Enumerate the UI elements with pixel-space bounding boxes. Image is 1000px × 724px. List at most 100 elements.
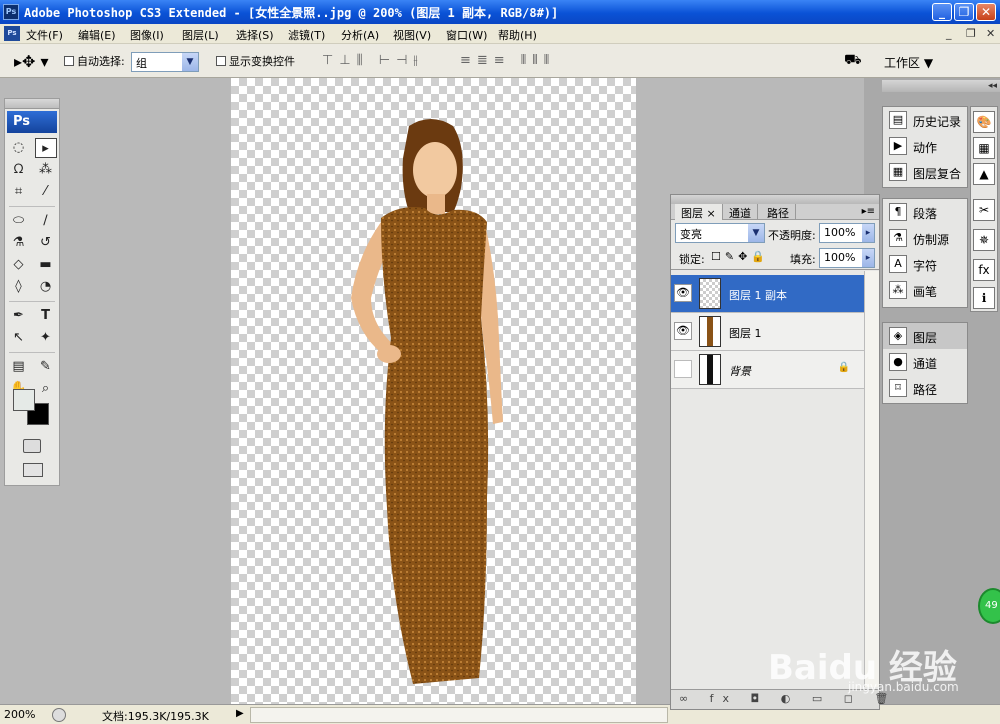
- dock-item-paths[interactable]: ⌑ 路径: [883, 375, 967, 401]
- blur-tool-icon[interactable]: ◊: [8, 277, 30, 297]
- marquee-tool-icon[interactable]: ◌: [8, 138, 30, 158]
- menu-window[interactable]: 窗口(W): [446, 27, 487, 43]
- type-tool-icon[interactable]: T: [35, 306, 57, 326]
- bridge-icon[interactable]: ⛟: [844, 52, 862, 70]
- menu-view[interactable]: 视图(V): [393, 27, 431, 43]
- lasso-tool-icon[interactable]: ᘯ: [8, 160, 30, 180]
- history-brush-icon[interactable]: ↺: [35, 233, 57, 253]
- layer-row-layer1[interactable]: 👁 图层 1: [671, 313, 864, 351]
- layers-panel-grip[interactable]: [671, 195, 879, 204]
- dock-item-clone-source[interactable]: ⚗ 仿制源: [883, 225, 967, 251]
- doc-minimize-button[interactable]: _: [946, 27, 952, 40]
- status-menu-arrow-icon[interactable]: ▶: [236, 708, 244, 719]
- opacity-input[interactable]: 100% ▸: [819, 223, 875, 243]
- dock-item-layers[interactable]: ◈ 图层: [883, 323, 967, 349]
- eraser-tool-icon[interactable]: ◇: [8, 255, 30, 275]
- pen-tool-icon[interactable]: ✒: [8, 306, 30, 326]
- dock-item-actions[interactable]: ▶ 动作: [883, 133, 967, 159]
- navigator-icon[interactable]: ✵: [973, 229, 995, 251]
- align-buttons-icon[interactable]: ⊤⊥⫼ ⊢⊣⫲: [322, 53, 424, 68]
- paragraph-icon: ¶: [889, 203, 907, 221]
- menu-select[interactable]: 选择(S): [236, 27, 274, 43]
- green-badge[interactable]: 49: [978, 588, 1000, 624]
- dock-item-brushes[interactable]: ⁂ 画笔: [883, 277, 967, 303]
- horizontal-scrollbar[interactable]: [250, 707, 668, 723]
- menu-file[interactable]: 文件(F): [26, 27, 63, 43]
- crop-tool-icon[interactable]: ⌗: [8, 182, 30, 202]
- clone-stamp-icon[interactable]: ⚗: [8, 233, 30, 253]
- doc-close-button[interactable]: ✕: [986, 27, 995, 40]
- distribute-buttons-icon[interactable]: ≡≣≡ ⫴⫴⫴: [460, 53, 555, 68]
- healing-brush-icon[interactable]: ⬭: [8, 211, 30, 231]
- restore-button[interactable]: ❐: [954, 3, 974, 21]
- menu-analysis[interactable]: 分析(A): [341, 27, 379, 43]
- tab-layers[interactable]: 图层 ×: [675, 204, 723, 220]
- menu-edit[interactable]: 编辑(E): [78, 27, 116, 43]
- status-info-icon[interactable]: [52, 708, 66, 722]
- dock-item-character[interactable]: A 字符: [883, 251, 967, 277]
- notes-tool-icon[interactable]: ▤: [8, 357, 30, 377]
- eyedropper-icon[interactable]: ✎: [35, 357, 57, 377]
- tab-channels[interactable]: 通道: [723, 204, 758, 220]
- styles-icon[interactable]: fx: [973, 259, 995, 281]
- blend-mode-dropdown[interactable]: 变亮 ▼: [675, 223, 765, 243]
- dock-item-paragraph[interactable]: ¶ 段落: [883, 199, 967, 225]
- close-button[interactable]: ✕: [976, 3, 996, 21]
- auto-select-dropdown[interactable]: 组 ▼: [131, 52, 199, 72]
- layer-row-copy[interactable]: 👁 图层 1 副本: [671, 275, 864, 313]
- menu-image[interactable]: 图像(I): [130, 27, 164, 43]
- foreground-color-swatch[interactable]: [13, 389, 35, 411]
- eye-hidden-icon[interactable]: [674, 360, 692, 378]
- dock-item-layer-comps[interactable]: ▦ 图层复合: [883, 159, 967, 185]
- color-palette-icon[interactable]: 🎨: [973, 111, 995, 133]
- dodge-tool-icon[interactable]: ◔: [35, 277, 57, 297]
- panel-menu-icon[interactable]: ▸≡: [862, 206, 875, 217]
- dock-collapse-icon[interactable]: ◂◂: [882, 80, 1000, 92]
- auto-select-checkbox[interactable]: [64, 56, 74, 66]
- dock-item-channels[interactable]: ● 通道: [883, 349, 967, 375]
- tool-presets-icon[interactable]: ✂: [973, 199, 995, 221]
- layer-name: 背景: [729, 365, 751, 378]
- options-bar: ▸✥ ▾ 自动选择: 组 ▼ 显示变换控件 ⊤⊥⫼ ⊢⊣⫲ ≡≣≡ ⫴⫴⫴ ⛟ …: [0, 44, 1000, 78]
- zoom-level[interactable]: 200%: [4, 708, 35, 721]
- workspace-button[interactable]: 工作区 ▼: [884, 54, 933, 71]
- layer-row-background[interactable]: 背景 🔒: [671, 351, 864, 389]
- menu-help[interactable]: 帮助(H): [498, 27, 537, 43]
- doc-restore-button[interactable]: ❐: [966, 27, 976, 40]
- eye-icon[interactable]: 👁: [674, 322, 692, 340]
- dock-icon-column: 🎨 ▦ ▲ ✂ ✵ fx ℹ: [970, 106, 998, 312]
- histogram-icon[interactable]: ▲: [973, 163, 995, 185]
- brush-tool-icon[interactable]: ∕: [35, 211, 57, 231]
- magic-wand-icon[interactable]: ⁂: [35, 160, 57, 180]
- shape-tool-icon[interactable]: ✦: [35, 328, 57, 348]
- menu-filter[interactable]: 滤镜(T): [288, 27, 325, 43]
- lock-options-icon[interactable]: ☐✎✥🔒: [711, 250, 769, 263]
- screen-mode-icon[interactable]: [23, 463, 43, 477]
- eyedropper-slice-icon[interactable]: ⁄: [35, 182, 57, 202]
- minimize-button[interactable]: _: [932, 3, 952, 21]
- eye-icon[interactable]: 👁: [674, 284, 692, 302]
- gradient-tool-icon[interactable]: ▬: [35, 255, 57, 275]
- path-select-icon[interactable]: ↖: [8, 328, 30, 348]
- swatches-icon[interactable]: ▦: [973, 137, 995, 159]
- auto-select-label: 自动选择:: [77, 55, 125, 68]
- quick-mask-icon[interactable]: [23, 439, 41, 453]
- toolbox-grip[interactable]: [5, 99, 59, 109]
- info-icon[interactable]: ℹ: [973, 287, 995, 309]
- blend-mode-value: 变亮: [680, 228, 702, 241]
- tab-paths[interactable]: 路径: [761, 204, 796, 220]
- move-tool-icon[interactable]: ▸: [34, 138, 57, 158]
- brushes-icon: ⁂: [889, 281, 907, 299]
- dock-group-history: ▤ 历史记录 ▶ 动作 ▦ 图层复合: [882, 106, 968, 188]
- move-tool-icon[interactable]: ▸✥ ▾: [14, 52, 49, 71]
- layers-scrollbar[interactable]: [864, 271, 879, 687]
- layers-icon: ◈: [889, 327, 907, 345]
- show-transform-checkbox[interactable]: [216, 56, 226, 66]
- dock-item-history[interactable]: ▤ 历史记录: [883, 107, 967, 133]
- paths-icon: ⌑: [889, 379, 907, 397]
- app-logo-icon: Ps: [3, 4, 19, 20]
- document-canvas[interactable]: [231, 78, 636, 704]
- menu-layer[interactable]: 图层(L): [182, 27, 219, 43]
- fill-input[interactable]: 100% ▸: [819, 248, 875, 268]
- zoom-tool-icon[interactable]: ⌕: [35, 379, 57, 399]
